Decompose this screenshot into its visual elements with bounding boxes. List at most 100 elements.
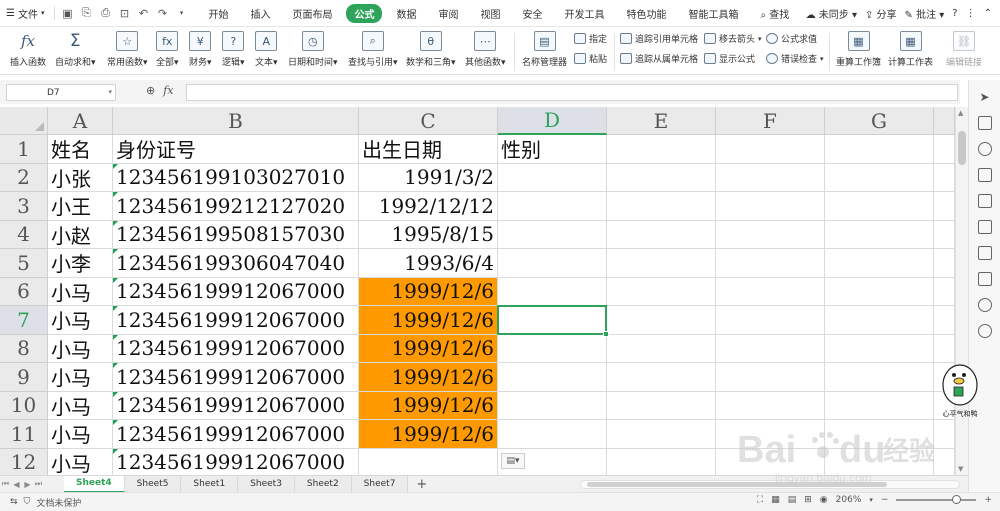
table-icon[interactable] xyxy=(977,168,992,182)
cell-C4[interactable]: 1995/8/15 xyxy=(359,220,498,249)
column-header[interactable]: A xyxy=(48,107,113,135)
cell-F9[interactable] xyxy=(716,363,825,392)
cell-A1[interactable]: 姓名 xyxy=(48,135,113,164)
column-header[interactable]: C xyxy=(359,107,498,135)
sync-status[interactable]: ☁ 未同步 ▾ xyxy=(806,6,857,21)
edit-links-button[interactable]: ⛓ 编辑链接 xyxy=(946,31,982,68)
cell-B1[interactable]: 身份证号 xyxy=(113,135,359,164)
shapes-icon[interactable] xyxy=(977,116,992,130)
cell-D8[interactable] xyxy=(498,334,607,363)
cell-A5[interactable]: 小李 xyxy=(48,249,113,278)
cell-E3[interactable] xyxy=(607,192,716,221)
cell-E12[interactable] xyxy=(607,448,716,475)
share-sidebar-icon[interactable] xyxy=(977,272,992,286)
chevron-down-icon[interactable]: ▾ xyxy=(173,5,189,21)
cell-G11[interactable] xyxy=(825,420,934,449)
row-header[interactable]: 11 xyxy=(0,420,48,449)
cell-G3[interactable] xyxy=(825,192,934,221)
trace-dependents-button[interactable]: 追踪从属单元格 xyxy=(620,52,698,65)
cell-C2[interactable]: 1991/3/2 xyxy=(359,163,498,192)
cell-F10[interactable] xyxy=(716,391,825,420)
file-menu[interactable]: ☰ 文件 ▾ xyxy=(0,0,50,27)
define-button[interactable]: 指定 xyxy=(574,32,607,45)
cell-G10[interactable] xyxy=(825,391,934,420)
cell-F2[interactable] xyxy=(716,163,825,192)
backup-icon[interactable] xyxy=(977,246,992,260)
more-icon[interactable]: ⋮ xyxy=(966,8,976,19)
cell-C1[interactable]: 出生日期 xyxy=(359,135,498,164)
menu-tab[interactable]: 视图 xyxy=(472,4,508,23)
menu-tab[interactable]: 智能工具箱 xyxy=(680,4,746,23)
cell-B9[interactable]: 123456199912067000 xyxy=(113,363,359,392)
cell-G9[interactable] xyxy=(825,363,934,392)
common-functions-button[interactable]: ☆ 常用函数▾ xyxy=(107,31,148,68)
normal-view-icon[interactable]: ▦ xyxy=(771,495,780,505)
row-header[interactable]: 6 xyxy=(0,277,48,306)
cell-G12[interactable] xyxy=(825,448,934,475)
cell-G6[interactable] xyxy=(825,277,934,306)
menu-tab[interactable]: 开发工具 xyxy=(556,4,612,23)
cell-E6[interactable] xyxy=(607,277,716,306)
page-layout-icon[interactable]: ▤ xyxy=(788,495,797,505)
help-icon[interactable]: ? xyxy=(952,8,957,19)
vertical-scrollbar[interactable]: ▲ ▼ xyxy=(955,107,968,475)
name-box[interactable]: D7 ▾ xyxy=(6,84,116,101)
column-header[interactable]: B xyxy=(113,107,359,135)
formula-input[interactable] xyxy=(186,84,958,101)
sheet-tab[interactable]: Sheet7 xyxy=(351,475,409,493)
share-button[interactable]: ⇪ 分享 xyxy=(865,6,897,21)
cell-A11[interactable]: 小马 xyxy=(48,420,113,449)
cell-E2[interactable] xyxy=(607,163,716,192)
cell-A8[interactable]: 小马 xyxy=(48,334,113,363)
search-button[interactable]: ⌕ 查找 xyxy=(752,4,797,23)
cell-B2[interactable]: 123456199103027010 xyxy=(113,163,359,192)
cell-C5[interactable]: 1993/6/4 xyxy=(359,249,498,278)
cell-E1[interactable] xyxy=(607,135,716,164)
cell-D3[interactable] xyxy=(498,192,607,221)
cell-G4[interactable] xyxy=(825,220,934,249)
horizontal-scrollbar[interactable] xyxy=(580,480,960,489)
lookup-button[interactable]: ⌕ 查找与引用▾ xyxy=(348,31,398,68)
row-header[interactable]: 8 xyxy=(0,334,48,363)
scroll-up-icon[interactable]: ▲ xyxy=(958,109,963,117)
cell-E4[interactable] xyxy=(607,220,716,249)
cell-F7[interactable] xyxy=(716,306,825,335)
cell-C11[interactable]: 1999/12/6 xyxy=(359,420,498,449)
cell-F3[interactable] xyxy=(716,192,825,221)
eye-protect-icon[interactable]: ◉ xyxy=(820,495,828,505)
redo-icon[interactable]: ↷ xyxy=(154,5,170,21)
fullscreen-icon[interactable]: ⛶ xyxy=(757,495,763,505)
cell-D2[interactable] xyxy=(498,163,607,192)
cell-A7[interactable]: 小马 xyxy=(48,306,113,335)
sheet-tab[interactable]: Sheet4 xyxy=(64,475,125,493)
row-header[interactable]: 12 xyxy=(0,448,48,475)
error-check-button[interactable]: 错误检查 ▾ xyxy=(766,52,824,65)
cell-E8[interactable] xyxy=(607,334,716,363)
show-formulas-button[interactable]: 显示公式 xyxy=(704,52,755,65)
zoom-icon[interactable]: ⊕ xyxy=(146,84,155,97)
cell-A6[interactable]: 小马 xyxy=(48,277,113,306)
undo-icon[interactable]: ↶ xyxy=(135,5,151,21)
zoom-out-icon[interactable]: − xyxy=(881,495,889,505)
evaluate-formula-button[interactable]: 公式求值 xyxy=(766,32,817,45)
cell-G5[interactable] xyxy=(825,249,934,278)
cell-D5[interactable] xyxy=(498,249,607,278)
cell-A3[interactable]: 小王 xyxy=(48,192,113,221)
save-icon[interactable]: ▣ xyxy=(59,5,75,21)
paste-name-button[interactable]: 粘贴 xyxy=(574,52,607,65)
text-button[interactable]: A 文本▾ xyxy=(255,31,278,68)
collapse-ribbon-icon[interactable]: ⌃ xyxy=(984,8,992,19)
cell-C10[interactable]: 1999/12/6 xyxy=(359,391,498,420)
zoom-in-icon[interactable]: + xyxy=(984,495,992,505)
row-header[interactable]: 4 xyxy=(0,220,48,249)
cell-D11[interactable] xyxy=(498,420,607,449)
chevron-down-icon[interactable]: ▾ xyxy=(869,496,873,504)
zoom-knob[interactable] xyxy=(952,495,962,504)
cell-A12[interactable]: 小马 xyxy=(48,448,113,475)
fill-options-icon[interactable]: ▤▾ xyxy=(501,452,525,469)
cell-E7[interactable] xyxy=(607,306,716,335)
cell-F11[interactable] xyxy=(716,420,825,449)
financial-button[interactable]: ¥ 财务▾ xyxy=(189,31,212,68)
cell-B10[interactable]: 123456199912067000 xyxy=(113,391,359,420)
chevron-down-icon[interactable]: ▾ xyxy=(108,88,112,96)
